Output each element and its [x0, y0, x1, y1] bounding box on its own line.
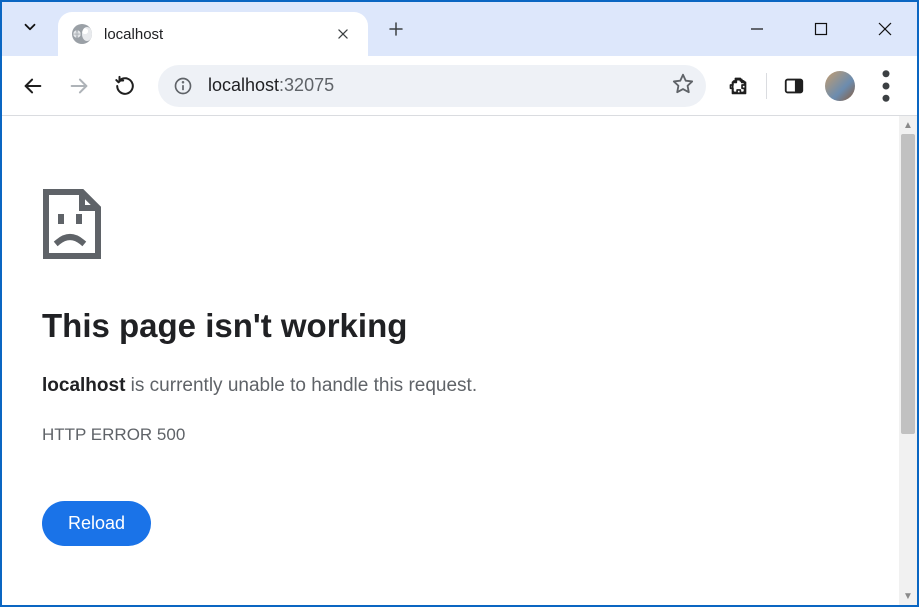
- back-button[interactable]: [12, 65, 54, 107]
- scroll-up-button[interactable]: ▲: [899, 116, 917, 134]
- toolbar: localhost:32075: [2, 56, 917, 116]
- window-close-button[interactable]: [853, 2, 917, 56]
- error-host: localhost: [42, 375, 125, 396]
- site-info-icon[interactable]: [170, 73, 196, 99]
- tab-close-button[interactable]: [332, 23, 354, 45]
- scrollbar-thumb[interactable]: [901, 134, 915, 434]
- globe-icon: [72, 24, 92, 44]
- sad-file-icon: [42, 188, 899, 265]
- extensions-button[interactable]: [718, 65, 760, 107]
- bookmark-button[interactable]: [672, 72, 694, 99]
- window-maximize-button[interactable]: [789, 2, 853, 56]
- toolbar-separator: [766, 73, 767, 99]
- scroll-down-button[interactable]: ▼: [899, 587, 917, 605]
- window-minimize-button[interactable]: [725, 2, 789, 56]
- address-bar[interactable]: localhost:32075: [158, 65, 706, 107]
- search-tabs-button[interactable]: [2, 2, 58, 56]
- active-tab[interactable]: localhost: [58, 12, 368, 56]
- address-port: :32075: [279, 75, 334, 95]
- error-page: This page isn't working localhost is cur…: [2, 116, 899, 605]
- chevron-down-icon: [21, 18, 39, 41]
- error-message-rest: is currently unable to handle this reque…: [125, 375, 477, 396]
- address-host: localhost: [208, 75, 279, 95]
- error-message: localhost is currently unable to handle …: [42, 375, 899, 397]
- window-controls: [725, 2, 917, 56]
- tabstrip-left: localhost: [2, 2, 414, 56]
- profile-avatar[interactable]: [825, 71, 855, 101]
- new-tab-button[interactable]: [378, 11, 414, 47]
- address-url: localhost:32075: [208, 75, 660, 96]
- reload-page-button[interactable]: Reload: [42, 501, 151, 546]
- content-area: This page isn't working localhost is cur…: [2, 116, 917, 605]
- side-panel-button[interactable]: [773, 65, 815, 107]
- titlebar: localhost: [2, 2, 917, 56]
- error-heading: This page isn't working: [42, 307, 899, 345]
- reload-button[interactable]: [104, 65, 146, 107]
- forward-button[interactable]: [58, 65, 100, 107]
- browser-menu-button[interactable]: [865, 65, 907, 107]
- vertical-scrollbar[interactable]: ▲ ▼: [899, 116, 917, 605]
- error-code: HTTP ERROR 500: [42, 425, 899, 445]
- tab-title: localhost: [104, 26, 320, 43]
